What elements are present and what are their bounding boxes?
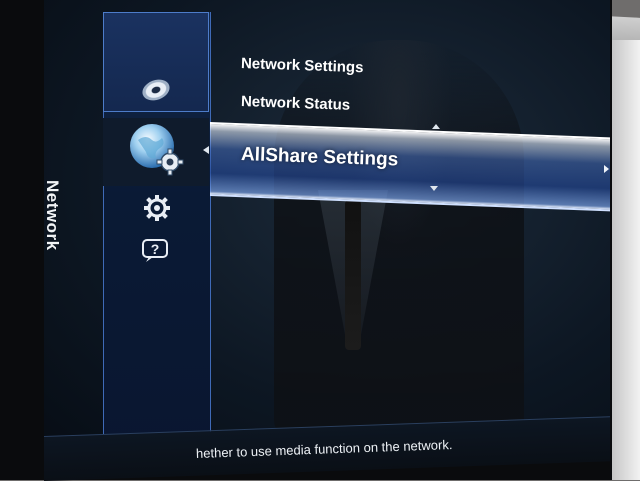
svg-text:?: ? <box>151 241 160 257</box>
menu-category-title: Network <box>43 180 62 251</box>
scroll-down-arrow-icon[interactable] <box>430 186 438 191</box>
help-icon[interactable]: ? <box>141 238 171 264</box>
menu-back-arrow-icon <box>203 146 209 154</box>
submenu-arrow-icon <box>604 165 609 173</box>
globe-gear-icon[interactable] <box>128 122 184 178</box>
gear-icon[interactable] <box>143 194 171 222</box>
background-figure-tie <box>345 200 361 350</box>
scroll-up-arrow-icon[interactable] <box>432 124 440 129</box>
